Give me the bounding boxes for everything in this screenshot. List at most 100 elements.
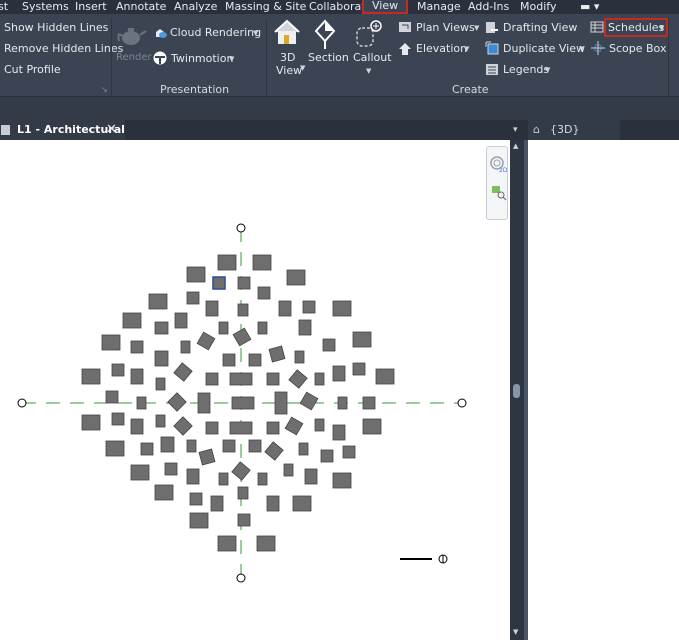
plan-element[interactable] [278, 300, 292, 317]
plan-element[interactable] [298, 442, 309, 456]
plan-element[interactable] [222, 353, 236, 367]
grid-bubble[interactable] [236, 573, 246, 583]
plan-element[interactable] [222, 439, 236, 453]
plan-element[interactable] [237, 276, 251, 290]
plan-element[interactable] [130, 464, 150, 481]
plan-element[interactable] [332, 365, 346, 382]
camera-menu-icon[interactable]: ▬ ▾ [580, 0, 599, 14]
chevron-down-icon[interactable]: ▼ [545, 63, 550, 77]
tab-l1-architectural[interactable]: L1 - Architectural ✕ [0, 120, 125, 140]
plan-element[interactable] [105, 440, 125, 457]
plan-element[interactable] [332, 300, 352, 317]
plan-element[interactable] [292, 495, 312, 512]
plan-element[interactable] [237, 513, 251, 527]
cloud-rendering-button[interactable]: Cloud Rendering [170, 26, 261, 40]
menu-tab-analyze[interactable]: Analyze [174, 0, 217, 14]
chevron-down-icon[interactable]: ▼ [253, 26, 258, 40]
floor-plan-drawing[interactable] [0, 140, 510, 640]
plan-element[interactable] [186, 468, 200, 485]
chevron-down-icon[interactable]: ▼ [229, 52, 234, 66]
plan-element[interactable] [205, 372, 219, 386]
plan-element[interactable] [189, 512, 209, 529]
panel-launcher-icon[interactable]: ↘ [101, 83, 108, 97]
plan-views-button[interactable]: Plan Views [416, 21, 475, 35]
plan-element[interactable] [81, 414, 101, 431]
legends-button[interactable]: Legends [503, 63, 549, 77]
3d-view-label-2[interactable]: View [276, 64, 302, 78]
menu-tab-modify[interactable]: Modify [520, 0, 556, 14]
plan-element[interactable] [154, 350, 169, 367]
plan-element[interactable] [111, 363, 125, 377]
show-hidden-lines-button[interactable]: Show Hidden Lines [4, 21, 108, 35]
plan-element[interactable] [237, 303, 249, 317]
chevron-down-icon[interactable]: ▼ [659, 21, 664, 35]
plan-element[interactable] [197, 392, 211, 414]
plan-element[interactable] [155, 377, 166, 391]
plan-element[interactable] [186, 266, 206, 283]
plan-element[interactable] [352, 362, 366, 376]
plan-element-rotated[interactable] [173, 416, 193, 436]
plan-element[interactable] [205, 421, 219, 435]
plan-element[interactable] [140, 442, 154, 456]
plan-element[interactable] [248, 439, 262, 453]
plan-element[interactable] [274, 391, 288, 415]
tab-3d[interactable]: ⌂ {3D} [528, 120, 620, 140]
menu-tab-systems[interactable]: Systems [22, 0, 69, 14]
menu-tab-insert[interactable]: Insert [75, 0, 107, 14]
plan-element-rotated[interactable] [232, 327, 252, 347]
plan-element[interactable] [130, 418, 144, 435]
house-3d-view-icon[interactable] [273, 18, 301, 46]
steering-wheel-icon[interactable]: 2D [489, 155, 507, 173]
plan-element-rotated[interactable] [198, 448, 216, 466]
grid-bubble[interactable] [457, 398, 467, 408]
plan-element-rotated[interactable] [284, 416, 304, 436]
plan-element[interactable] [218, 321, 229, 335]
plan-element[interactable] [105, 390, 119, 404]
plan-element[interactable] [283, 463, 294, 477]
plan-element[interactable] [362, 396, 376, 410]
close-icon[interactable]: ✕ [106, 120, 117, 140]
plan-element[interactable] [342, 445, 356, 459]
twinmotion-button[interactable]: Twinmotion [171, 52, 233, 66]
callout-icon[interactable] [354, 18, 384, 50]
menu-tab-st[interactable]: st [0, 0, 8, 14]
section-icon[interactable] [312, 18, 338, 50]
plan-element[interactable] [332, 424, 346, 441]
callout-button[interactable]: Callout [353, 51, 392, 65]
plan-element[interactable] [352, 331, 372, 348]
zoom-region-icon[interactable] [491, 185, 507, 201]
plan-element-rotated[interactable] [173, 362, 193, 382]
plan-element-selected[interactable] [212, 276, 226, 290]
scope-box-button[interactable]: Scope Box [609, 42, 666, 56]
grid-bubble[interactable] [236, 223, 246, 233]
plan-element[interactable] [375, 368, 395, 385]
plan-element[interactable] [111, 412, 125, 426]
menu-tab-add-ins[interactable]: Add-Ins [468, 0, 509, 14]
plan-element[interactable] [122, 312, 142, 329]
plan-element-rotated[interactable] [264, 441, 284, 461]
plan-element[interactable] [332, 472, 352, 489]
elevation-button[interactable]: Elevation [416, 42, 467, 56]
tab-list-dropdown-icon[interactable]: ▾ [513, 120, 518, 140]
remove-hidden-lines-button[interactable]: Remove Hidden Lines [4, 42, 123, 56]
plan-element[interactable] [136, 396, 147, 410]
plan-element[interactable] [266, 421, 280, 435]
scroll-down-icon[interactable]: ▼ [513, 628, 518, 636]
plan-element-rotated[interactable] [196, 331, 216, 351]
plan-element[interactable] [314, 418, 325, 432]
plan-element[interactable] [101, 334, 121, 351]
plan-element[interactable] [266, 495, 280, 512]
plan-element[interactable] [155, 414, 166, 428]
plan-element[interactable] [229, 421, 253, 435]
plan-element[interactable] [189, 492, 203, 506]
plan-element[interactable] [217, 254, 237, 271]
plan-element[interactable] [148, 293, 168, 310]
grid-bubble[interactable] [17, 398, 27, 408]
plan-element[interactable] [186, 439, 197, 453]
plan-element-rotated[interactable] [299, 391, 319, 411]
plan-element[interactable] [218, 472, 229, 486]
3d-viewport[interactable] [528, 140, 679, 640]
plan-element[interactable] [337, 396, 348, 410]
plan-element[interactable] [217, 535, 237, 552]
plan-element[interactable] [304, 468, 318, 485]
